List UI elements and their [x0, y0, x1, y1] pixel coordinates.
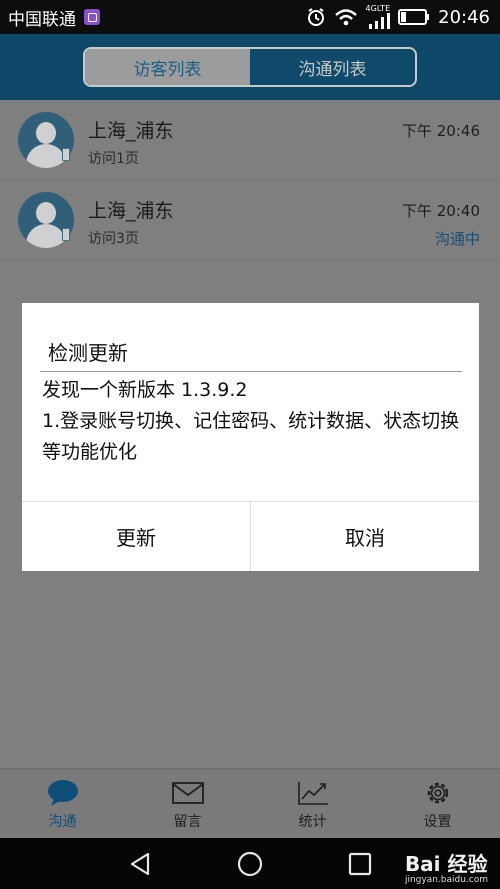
watermark-logo: Bai 经验	[404, 852, 488, 876]
watermark-url: jingyan.baidu.com	[404, 875, 488, 885]
alarm-icon	[307, 8, 324, 26]
visitor-list: 上海_浦东 访问1页 下午 20:46 上海_浦东 访问3页 下午 20:40 …	[0, 100, 500, 260]
header-tabs: 访客列表 沟通列表	[0, 34, 500, 100]
cancel-button[interactable]: 取消	[250, 502, 479, 571]
clock: 20:46	[438, 6, 490, 28]
watermark: Bai 经验 jingyan.baidu.com	[405, 848, 488, 885]
visitor-location: 上海_浦东	[88, 120, 174, 142]
app-badge-icon	[84, 9, 100, 25]
envelope-icon	[171, 782, 204, 804]
back-triangle-icon	[130, 852, 150, 875]
tab-chat[interactable]: 沟通	[0, 769, 125, 838]
carrier-name: 中国联通	[8, 9, 76, 30]
visitor-time: 下午 20:40	[402, 202, 480, 220]
visitor-location: 上海_浦东	[88, 200, 174, 222]
tab-stats-label: 统计	[298, 814, 327, 830]
visitor-time: 下午 20:46	[402, 122, 480, 140]
home-button[interactable]	[228, 838, 272, 889]
trend-chart-icon	[297, 782, 328, 805]
recents-button[interactable]	[338, 838, 382, 889]
chat-bubble-icon	[47, 780, 78, 806]
gear-icon	[427, 782, 448, 804]
battery-icon	[398, 9, 430, 25]
tab-messages-label: 留言	[173, 814, 202, 830]
dialog-changelog-line: 1.登录账号切换、记住密码、统计数据、状态切换等功能优化	[42, 410, 460, 463]
wifi-icon	[334, 9, 357, 26]
visitor-status: 沟通中	[434, 230, 480, 248]
tab-chat-label: 沟通	[48, 814, 77, 830]
dialog-message: 发现一个新版本 1.3.9.2 1.登录账号切换、记住密码、统计数据、状态切换等…	[42, 375, 467, 468]
tab-stats[interactable]: 统计	[250, 769, 375, 838]
segmented-control: 访客列表 沟通列表	[83, 47, 417, 87]
dialog-title: 检测更新	[48, 341, 128, 365]
list-item[interactable]: 上海_浦东 访问1页 下午 20:46	[0, 100, 500, 180]
home-circle-icon	[237, 851, 263, 876]
tab-settings[interactable]: 设置	[375, 769, 500, 838]
mobile-device-icon	[62, 148, 70, 161]
dialog-version-line: 发现一个新版本 1.3.9.2	[42, 379, 248, 401]
tab-settings-label: 设置	[423, 814, 452, 830]
tab-conversation-list[interactable]: 沟通列表	[250, 49, 415, 85]
dialog-divider	[40, 371, 462, 372]
signal-icon: 4GLTE	[366, 5, 391, 29]
network-label: 4GLTE	[365, 4, 391, 13]
status-bar: 中国联通 4GLTE 20:46	[0, 0, 500, 34]
recents-square-icon	[348, 852, 372, 875]
dialog-actions: 更新 取消	[22, 501, 479, 571]
visitor-pages: 访问3页	[88, 231, 139, 247]
bottom-tab-bar: 沟通 留言 统计 设置	[0, 768, 500, 838]
tab-visitor-list[interactable]: 访客列表	[85, 49, 250, 85]
back-button[interactable]	[118, 838, 162, 889]
mobile-device-icon	[62, 228, 70, 241]
update-button[interactable]: 更新	[22, 502, 250, 571]
list-item[interactable]: 上海_浦东 访问3页 下午 20:40 沟通中	[0, 180, 500, 260]
update-dialog: 检测更新 发现一个新版本 1.3.9.2 1.登录账号切换、记住密码、统计数据、…	[22, 303, 479, 571]
visitor-pages: 访问1页	[88, 151, 139, 167]
system-nav-bar: Bai 经验 jingyan.baidu.com	[0, 838, 500, 889]
tab-messages[interactable]: 留言	[125, 769, 250, 838]
